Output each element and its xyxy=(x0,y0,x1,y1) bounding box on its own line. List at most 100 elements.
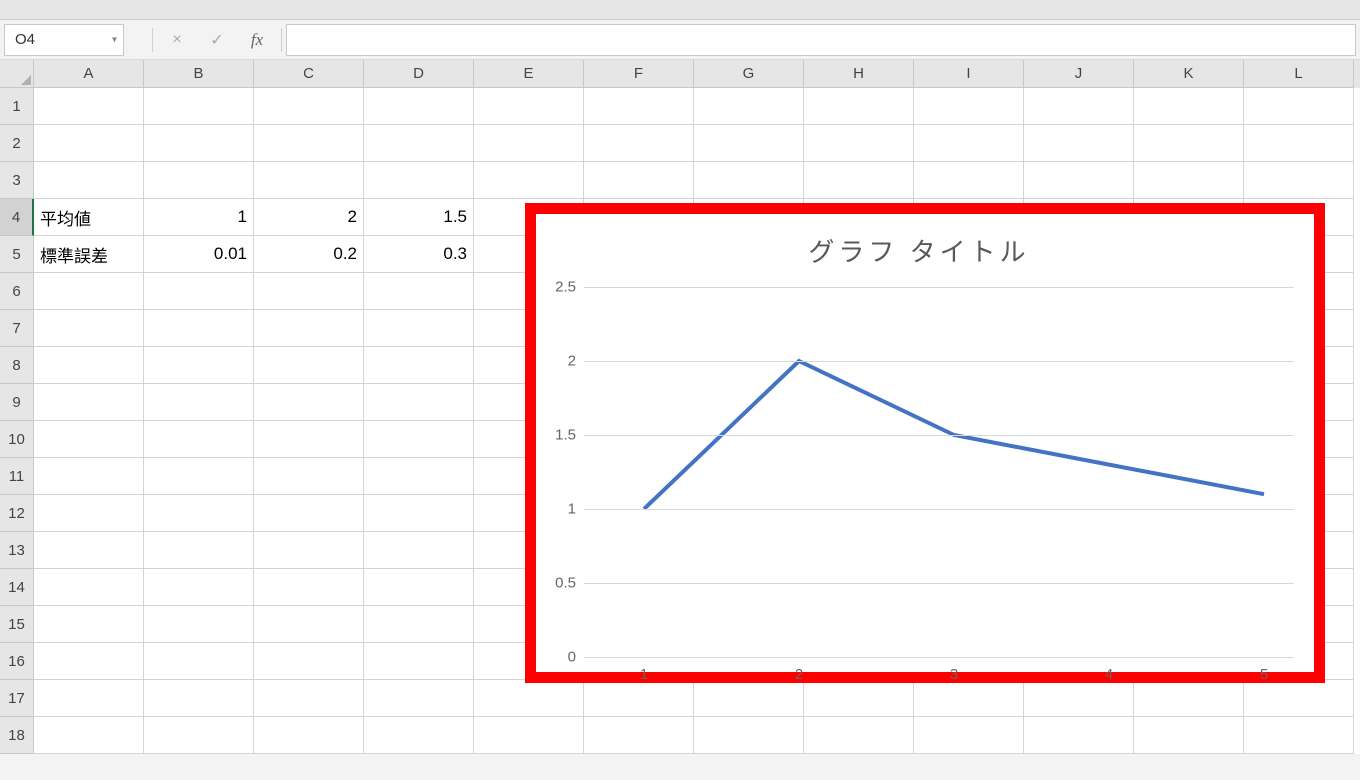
column-header-B[interactable]: B xyxy=(144,60,254,88)
cell-B13[interactable] xyxy=(144,532,254,569)
row-header-18[interactable]: 18 xyxy=(0,717,34,754)
cell-D7[interactable] xyxy=(364,310,474,347)
cell-D6[interactable] xyxy=(364,273,474,310)
cell-C6[interactable] xyxy=(254,273,364,310)
cell-G3[interactable] xyxy=(694,162,804,199)
chart-object[interactable]: グラフ タイトル 00.511.522.512345 xyxy=(525,203,1325,683)
row-header-11[interactable]: 11 xyxy=(0,458,34,495)
column-header-H[interactable]: H xyxy=(804,60,914,88)
cell-E3[interactable] xyxy=(474,162,584,199)
row-header-9[interactable]: 9 xyxy=(0,384,34,421)
cell-B6[interactable] xyxy=(144,273,254,310)
cell-B5[interactable]: 0.01 xyxy=(144,236,254,273)
column-header-K[interactable]: K xyxy=(1134,60,1244,88)
cell-A12[interactable] xyxy=(34,495,144,532)
cell-L18[interactable] xyxy=(1244,717,1354,754)
cell-G17[interactable] xyxy=(694,680,804,717)
row-header-16[interactable]: 16 xyxy=(0,643,34,680)
cancel-icon[interactable]: × xyxy=(157,24,197,56)
cell-C3[interactable] xyxy=(254,162,364,199)
cell-C8[interactable] xyxy=(254,347,364,384)
cell-J2[interactable] xyxy=(1024,125,1134,162)
cell-K2[interactable] xyxy=(1134,125,1244,162)
cell-B4[interactable]: 1 xyxy=(144,199,254,236)
cell-J17[interactable] xyxy=(1024,680,1134,717)
row-header-2[interactable]: 2 xyxy=(0,125,34,162)
cell-D5[interactable]: 0.3 xyxy=(364,236,474,273)
cell-A7[interactable] xyxy=(34,310,144,347)
cell-I3[interactable] xyxy=(914,162,1024,199)
cell-C7[interactable] xyxy=(254,310,364,347)
column-header-L[interactable]: L xyxy=(1244,60,1354,88)
cell-G18[interactable] xyxy=(694,717,804,754)
cell-B2[interactable] xyxy=(144,125,254,162)
cell-C16[interactable] xyxy=(254,643,364,680)
cell-H3[interactable] xyxy=(804,162,914,199)
cell-C5[interactable]: 0.2 xyxy=(254,236,364,273)
dropdown-icon[interactable]: ▾ xyxy=(112,34,117,45)
cell-J1[interactable] xyxy=(1024,88,1134,125)
row-header-15[interactable]: 15 xyxy=(0,606,34,643)
column-header-J[interactable]: J xyxy=(1024,60,1134,88)
cell-C10[interactable] xyxy=(254,421,364,458)
cell-D17[interactable] xyxy=(364,680,474,717)
row-header-17[interactable]: 17 xyxy=(0,680,34,717)
row-header-14[interactable]: 14 xyxy=(0,569,34,606)
cell-B8[interactable] xyxy=(144,347,254,384)
row-header-10[interactable]: 10 xyxy=(0,421,34,458)
cell-L2[interactable] xyxy=(1244,125,1354,162)
cell-D4[interactable]: 1.5 xyxy=(364,199,474,236)
cell-H1[interactable] xyxy=(804,88,914,125)
cell-B10[interactable] xyxy=(144,421,254,458)
cell-A2[interactable] xyxy=(34,125,144,162)
cell-B16[interactable] xyxy=(144,643,254,680)
cell-I18[interactable] xyxy=(914,717,1024,754)
cell-K18[interactable] xyxy=(1134,717,1244,754)
column-header-E[interactable]: E xyxy=(474,60,584,88)
cell-C2[interactable] xyxy=(254,125,364,162)
cell-B18[interactable] xyxy=(144,717,254,754)
fx-icon[interactable]: fx xyxy=(237,24,277,56)
cell-A17[interactable] xyxy=(34,680,144,717)
cell-E2[interactable] xyxy=(474,125,584,162)
cell-F3[interactable] xyxy=(584,162,694,199)
cell-K3[interactable] xyxy=(1134,162,1244,199)
cell-H2[interactable] xyxy=(804,125,914,162)
row-header-4[interactable]: 4 xyxy=(0,199,34,236)
formula-input[interactable] xyxy=(286,24,1356,56)
cell-C17[interactable] xyxy=(254,680,364,717)
row-header-6[interactable]: 6 xyxy=(0,273,34,310)
column-header-D[interactable]: D xyxy=(364,60,474,88)
cell-J3[interactable] xyxy=(1024,162,1134,199)
cell-C9[interactable] xyxy=(254,384,364,421)
column-header-F[interactable]: F xyxy=(584,60,694,88)
cell-C12[interactable] xyxy=(254,495,364,532)
cell-D1[interactable] xyxy=(364,88,474,125)
cell-B17[interactable] xyxy=(144,680,254,717)
cell-A16[interactable] xyxy=(34,643,144,680)
cell-C13[interactable] xyxy=(254,532,364,569)
cell-G2[interactable] xyxy=(694,125,804,162)
column-header-G[interactable]: G xyxy=(694,60,804,88)
cell-D8[interactable] xyxy=(364,347,474,384)
cell-C15[interactable] xyxy=(254,606,364,643)
cell-A14[interactable] xyxy=(34,569,144,606)
cell-A10[interactable] xyxy=(34,421,144,458)
cell-A1[interactable] xyxy=(34,88,144,125)
cell-I2[interactable] xyxy=(914,125,1024,162)
cell-D9[interactable] xyxy=(364,384,474,421)
cell-F1[interactable] xyxy=(584,88,694,125)
name-box[interactable]: O4 ▾ xyxy=(4,24,124,56)
cell-J18[interactable] xyxy=(1024,717,1134,754)
cell-A18[interactable] xyxy=(34,717,144,754)
cell-F2[interactable] xyxy=(584,125,694,162)
column-header-C[interactable]: C xyxy=(254,60,364,88)
cell-C11[interactable] xyxy=(254,458,364,495)
cell-D10[interactable] xyxy=(364,421,474,458)
cell-B3[interactable] xyxy=(144,162,254,199)
chart-title[interactable]: グラフ タイトル xyxy=(544,232,1294,269)
cell-E1[interactable] xyxy=(474,88,584,125)
cell-D11[interactable] xyxy=(364,458,474,495)
cell-B1[interactable] xyxy=(144,88,254,125)
cell-D13[interactable] xyxy=(364,532,474,569)
